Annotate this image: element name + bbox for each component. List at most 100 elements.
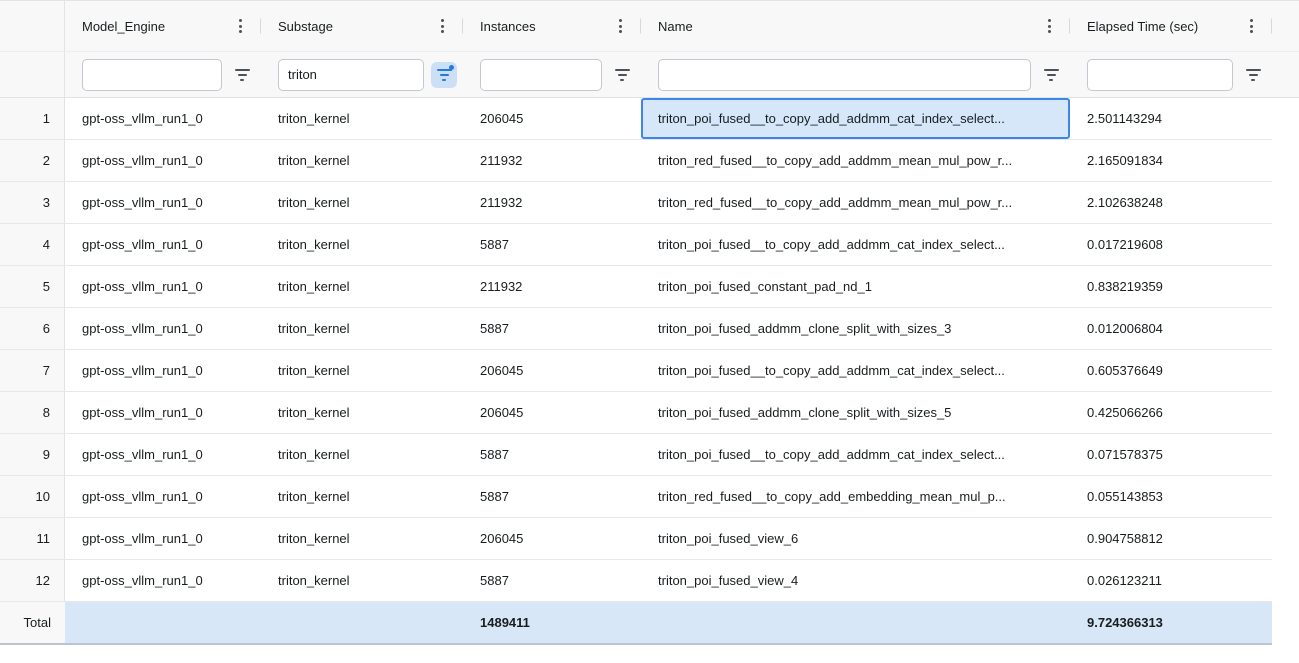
filter-input-instances[interactable]	[480, 59, 602, 91]
cell-model_engine[interactable]: gpt-oss_vllm_run1_0	[65, 140, 261, 181]
column-header-row: Model_Engine Substage Instances Name Ela…	[0, 0, 1299, 52]
cell-elapsed_time[interactable]: 0.425066266	[1070, 392, 1272, 433]
cell-instances[interactable]: 211932	[463, 182, 641, 223]
column-menu-icon[interactable]	[1242, 16, 1260, 36]
cell-substage[interactable]: triton_kernel	[261, 140, 463, 181]
cell-substage[interactable]: triton_kernel	[261, 434, 463, 475]
cell-elapsed_time[interactable]: 0.026123211	[1070, 560, 1272, 601]
column-menu-icon[interactable]	[433, 16, 451, 36]
table-row[interactable]: 8 gpt-oss_vllm_run1_0triton_kernel206045…	[0, 392, 1272, 434]
cell-model_engine[interactable]: gpt-oss_vllm_run1_0	[65, 350, 261, 391]
table-row[interactable]: 5 gpt-oss_vllm_run1_0triton_kernel211932…	[0, 266, 1272, 308]
cell-substage[interactable]: triton_kernel	[261, 350, 463, 391]
filter-input-substage[interactable]	[278, 59, 424, 91]
filter-icon[interactable]	[431, 62, 457, 88]
cell-name[interactable]: triton_poi_fused_addmm_clone_split_with_…	[641, 392, 1070, 433]
cell-model_engine[interactable]: gpt-oss_vllm_run1_0	[65, 182, 261, 223]
cell-model_engine[interactable]: gpt-oss_vllm_run1_0	[65, 560, 261, 601]
row-number: 5	[0, 266, 65, 307]
table-row[interactable]: 1 gpt-oss_vllm_run1_0triton_kernel206045…	[0, 98, 1272, 140]
row-number: 2	[0, 140, 65, 181]
cell-elapsed_time[interactable]: 0.071578375	[1070, 434, 1272, 475]
cell-model_engine[interactable]: gpt-oss_vllm_run1_0	[65, 266, 261, 307]
column-menu-icon[interactable]	[231, 16, 249, 36]
column-menu-icon[interactable]	[1040, 16, 1058, 36]
cell-model_engine[interactable]: gpt-oss_vllm_run1_0	[65, 434, 261, 475]
cell-name[interactable]: triton_poi_fused_constant_pad_nd_1	[641, 266, 1070, 307]
cell-substage[interactable]: triton_kernel	[261, 98, 463, 139]
cell-name[interactable]: triton_poi_fused__to_copy_add_addmm_cat_…	[641, 98, 1070, 139]
cell-instances[interactable]: 5887	[463, 308, 641, 349]
cell-instances[interactable]: 211932	[463, 266, 641, 307]
cell-substage[interactable]: triton_kernel	[261, 392, 463, 433]
cell-instances[interactable]: 5887	[463, 434, 641, 475]
cell-elapsed_time[interactable]: 2.165091834	[1070, 140, 1272, 181]
cell-model_engine[interactable]: gpt-oss_vllm_run1_0	[65, 308, 261, 349]
cell-instances[interactable]: 5887	[463, 560, 641, 601]
cell-elapsed_time[interactable]: 2.501143294	[1070, 98, 1272, 139]
table-row[interactable]: 7 gpt-oss_vllm_run1_0triton_kernel206045…	[0, 350, 1272, 392]
cell-name[interactable]: triton_poi_fused_addmm_clone_split_with_…	[641, 308, 1070, 349]
cell-name[interactable]: triton_poi_fused__to_copy_add_addmm_cat_…	[641, 350, 1070, 391]
table-row[interactable]: 11 gpt-oss_vllm_run1_0triton_kernel20604…	[0, 518, 1272, 560]
cell-substage[interactable]: triton_kernel	[261, 266, 463, 307]
cell-instances[interactable]: 5887	[463, 476, 641, 517]
cell-model_engine[interactable]: gpt-oss_vllm_run1_0	[65, 224, 261, 265]
total-model_engine	[65, 602, 261, 643]
data-grid: Model_Engine Substage Instances Name Ela…	[0, 0, 1299, 645]
cell-elapsed_time[interactable]: 0.017219608	[1070, 224, 1272, 265]
cell-name[interactable]: triton_red_fused__to_copy_add_addmm_mean…	[641, 140, 1070, 181]
table-row[interactable]: 2 gpt-oss_vllm_run1_0triton_kernel211932…	[0, 140, 1272, 182]
cell-substage[interactable]: triton_kernel	[261, 224, 463, 265]
cell-substage[interactable]: triton_kernel	[261, 560, 463, 601]
cell-elapsed_time[interactable]: 0.605376649	[1070, 350, 1272, 391]
cell-elapsed_time[interactable]: 0.838219359	[1070, 266, 1272, 307]
total-row-label: Total	[0, 602, 65, 643]
cell-model_engine[interactable]: gpt-oss_vllm_run1_0	[65, 392, 261, 433]
cell-name[interactable]: triton_poi_fused_view_6	[641, 518, 1070, 559]
column-header-label: Name	[658, 19, 1040, 34]
filter-input-name[interactable]	[658, 59, 1031, 91]
filter-icon[interactable]	[1240, 62, 1266, 88]
cell-model_engine[interactable]: gpt-oss_vllm_run1_0	[65, 98, 261, 139]
column-header-name[interactable]: Name	[641, 1, 1070, 51]
table-row[interactable]: 4 gpt-oss_vllm_run1_0triton_kernel5887tr…	[0, 224, 1272, 266]
table-row[interactable]: 9 gpt-oss_vllm_run1_0triton_kernel5887tr…	[0, 434, 1272, 476]
cell-instances[interactable]: 206045	[463, 392, 641, 433]
cell-instances[interactable]: 206045	[463, 98, 641, 139]
cell-instances[interactable]: 206045	[463, 350, 641, 391]
cell-name[interactable]: triton_poi_fused_view_4	[641, 560, 1070, 601]
cell-substage[interactable]: triton_kernel	[261, 182, 463, 223]
table-row[interactable]: 10 gpt-oss_vllm_run1_0triton_kernel5887t…	[0, 476, 1272, 518]
cell-name[interactable]: triton_poi_fused__to_copy_add_addmm_cat_…	[641, 224, 1070, 265]
cell-substage[interactable]: triton_kernel	[261, 476, 463, 517]
table-row[interactable]: 12 gpt-oss_vllm_run1_0triton_kernel5887t…	[0, 560, 1272, 602]
cell-elapsed_time[interactable]: 0.904758812	[1070, 518, 1272, 559]
table-row[interactable]: 6 gpt-oss_vllm_run1_0triton_kernel5887tr…	[0, 308, 1272, 350]
cell-instances[interactable]: 5887	[463, 224, 641, 265]
cell-instances[interactable]: 211932	[463, 140, 641, 181]
cell-elapsed_time[interactable]: 2.102638248	[1070, 182, 1272, 223]
column-header-elapsed_time[interactable]: Elapsed Time (sec)	[1070, 1, 1272, 51]
cell-instances[interactable]: 206045	[463, 518, 641, 559]
filter-icon[interactable]	[229, 62, 255, 88]
cell-name[interactable]: triton_red_fused__to_copy_add_addmm_mean…	[641, 182, 1070, 223]
cell-model_engine[interactable]: gpt-oss_vllm_run1_0	[65, 476, 261, 517]
cell-name[interactable]: triton_poi_fused__to_copy_add_addmm_cat_…	[641, 434, 1070, 475]
cell-elapsed_time[interactable]: 0.012006804	[1070, 308, 1272, 349]
column-header-instances[interactable]: Instances	[463, 1, 641, 51]
column-resize-handle[interactable]	[1271, 19, 1272, 34]
filter-input-elapsed_time[interactable]	[1087, 59, 1233, 91]
column-header-substage[interactable]: Substage	[261, 1, 463, 51]
filter-icon[interactable]	[609, 62, 635, 88]
cell-model_engine[interactable]: gpt-oss_vllm_run1_0	[65, 518, 261, 559]
cell-substage[interactable]: triton_kernel	[261, 308, 463, 349]
cell-name[interactable]: triton_red_fused__to_copy_add_embedding_…	[641, 476, 1070, 517]
table-row[interactable]: 3 gpt-oss_vllm_run1_0triton_kernel211932…	[0, 182, 1272, 224]
column-header-model_engine[interactable]: Model_Engine	[65, 1, 261, 51]
cell-elapsed_time[interactable]: 0.055143853	[1070, 476, 1272, 517]
column-menu-icon[interactable]	[611, 16, 629, 36]
cell-substage[interactable]: triton_kernel	[261, 518, 463, 559]
filter-input-model_engine[interactable]	[82, 59, 222, 91]
filter-icon[interactable]	[1038, 62, 1064, 88]
